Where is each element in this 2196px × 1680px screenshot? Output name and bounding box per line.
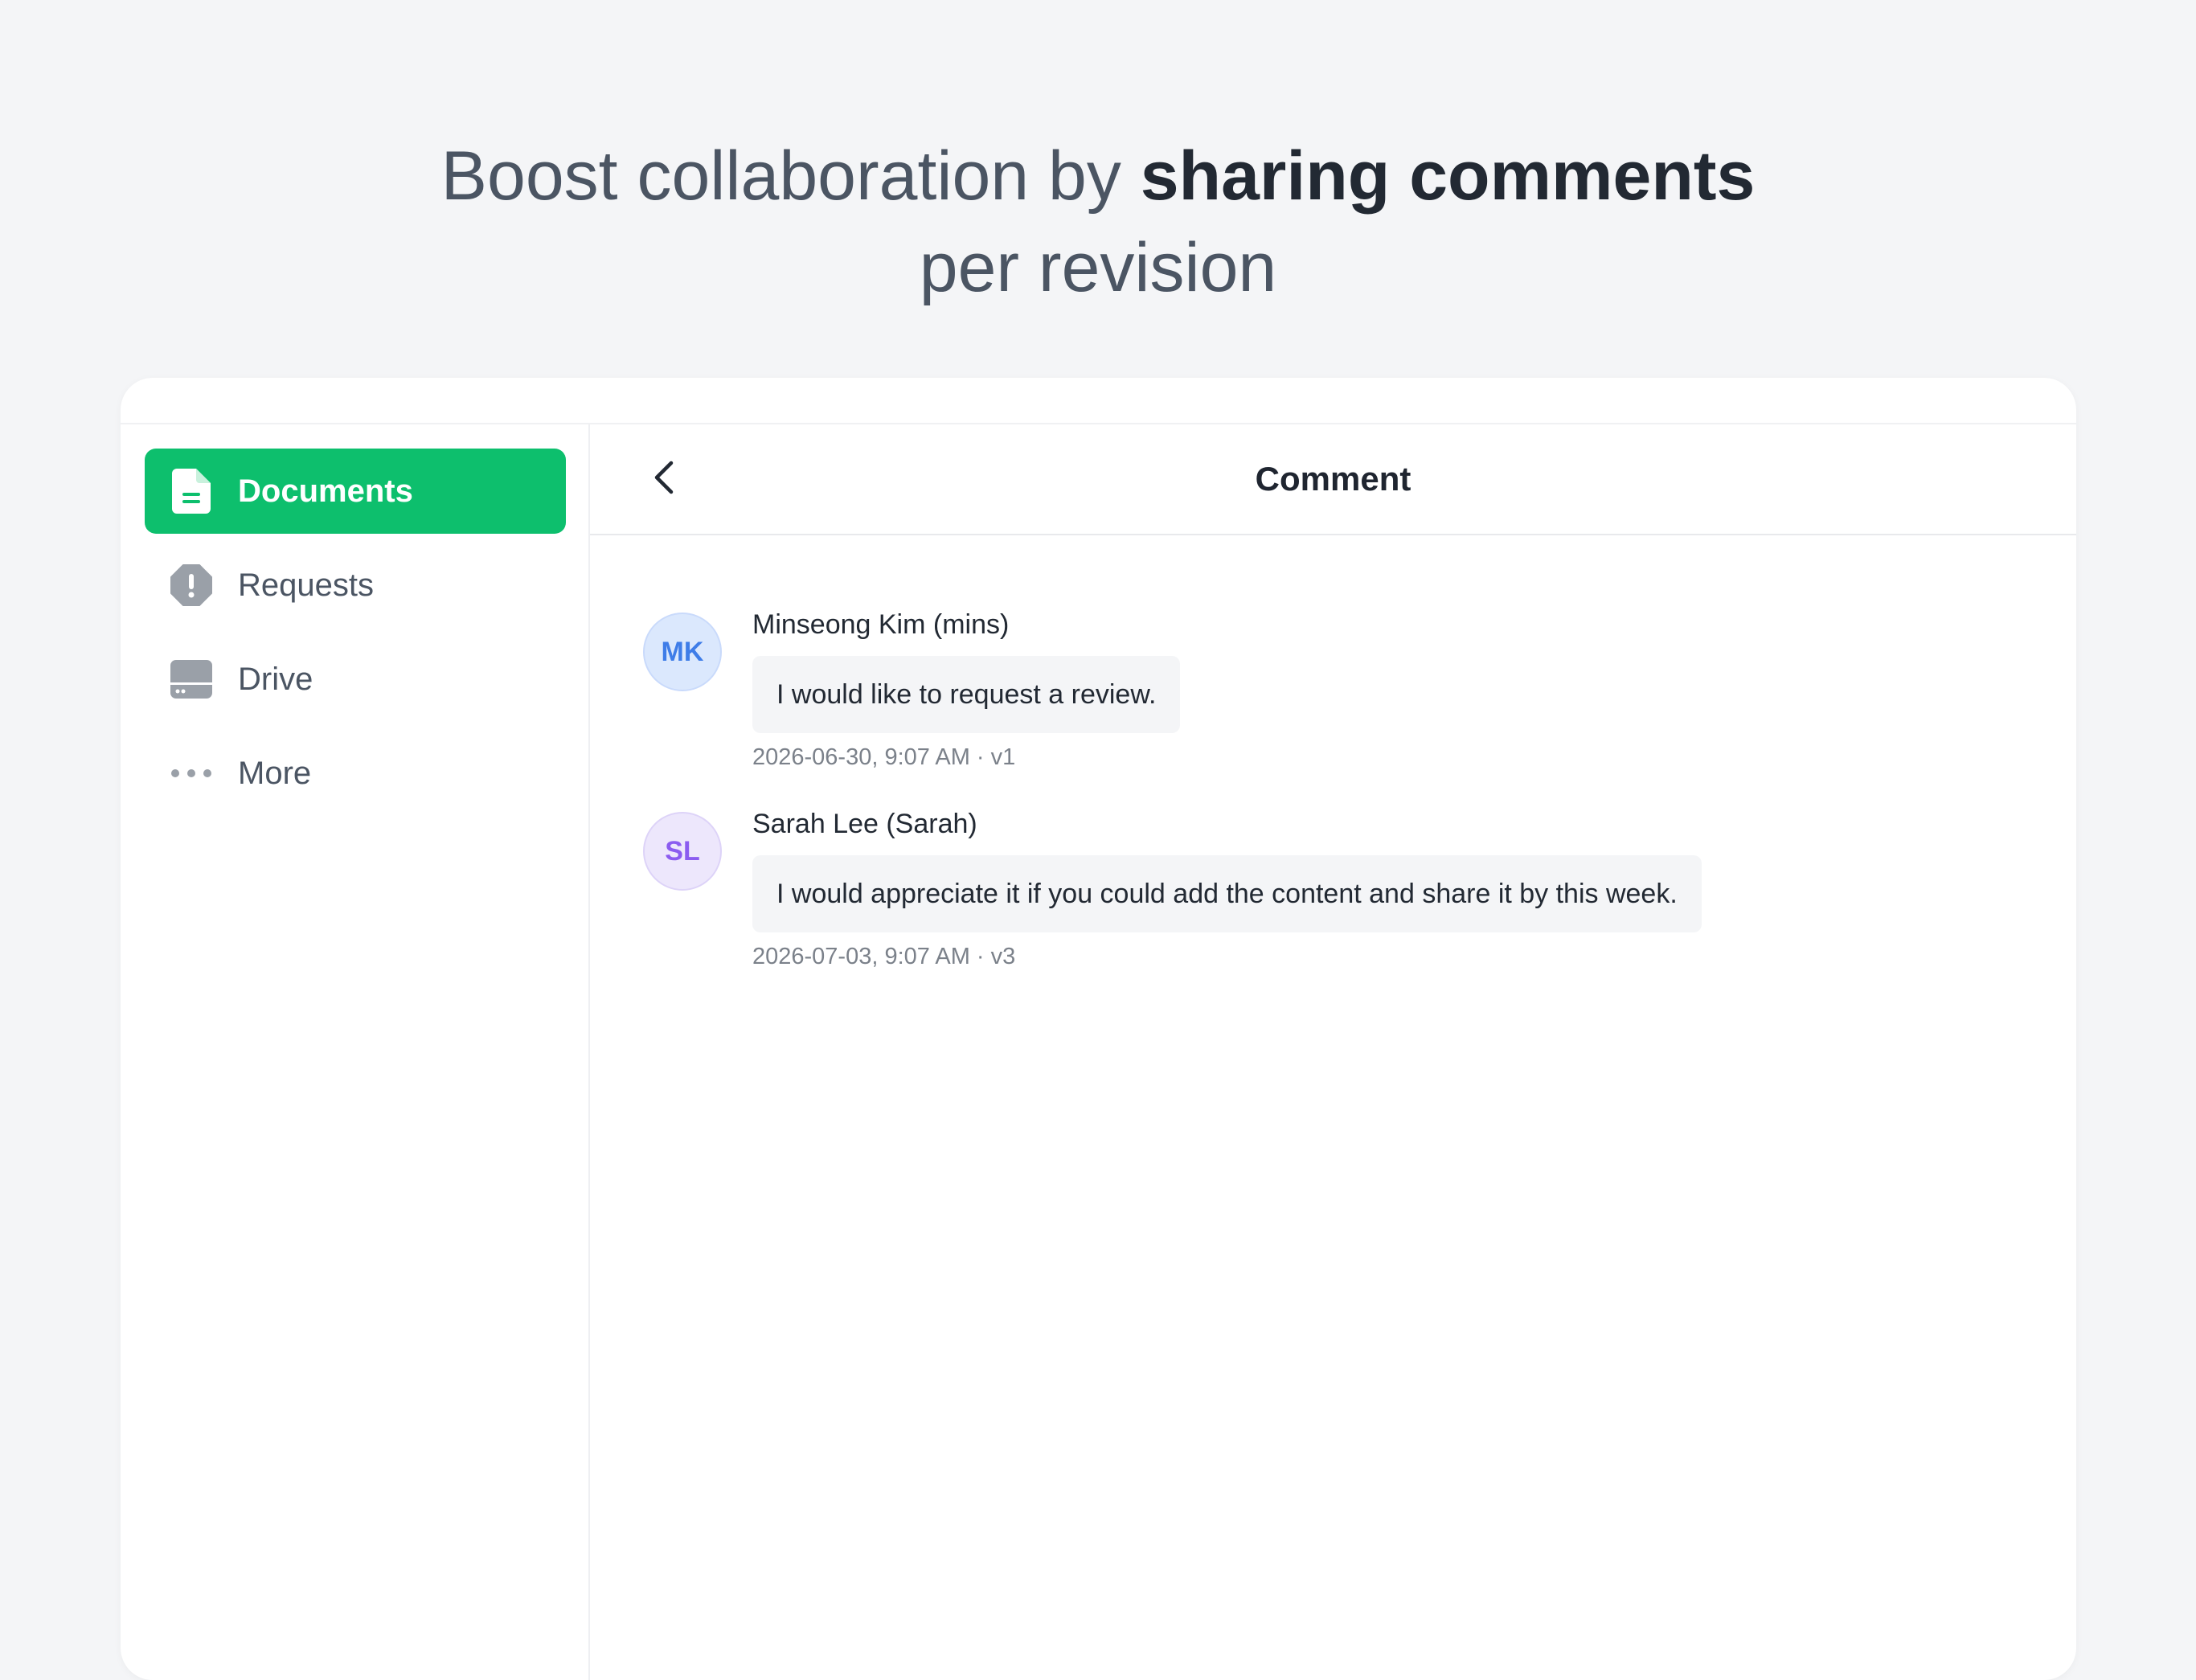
sidebar-item-documents[interactable]: Documents xyxy=(145,449,566,534)
comment-panel: Comment MK Minseong Kim (mins) I would l… xyxy=(590,424,2076,1680)
sidebar-item-label: Requests xyxy=(238,567,374,603)
comment-text: I would like to request a review. xyxy=(776,678,1157,710)
sidebar-item-label: Documents xyxy=(238,473,413,509)
comment-author: Minseong Kim (mins) xyxy=(752,609,1010,640)
avatar-initials: SL xyxy=(665,835,700,867)
alert-octagon-icon xyxy=(169,563,214,608)
avatar[interactable]: SL xyxy=(643,812,722,891)
comment-bubble: I would like to request a review. xyxy=(752,656,1181,733)
status-strip xyxy=(121,378,2076,424)
headline-emphasis: sharing comments xyxy=(1140,137,1756,215)
more-dots-icon xyxy=(169,751,214,796)
avatar-initials: MK xyxy=(661,636,704,667)
page-title: Comment xyxy=(1255,460,1411,498)
sidebar-item-requests[interactable]: Requests xyxy=(145,543,566,628)
sidebar-item-label: Drive xyxy=(238,661,313,697)
headline-line-2: per revision xyxy=(919,229,1277,306)
headline-line-1: Boost collaboration by sharing comments xyxy=(0,130,2196,222)
sidebar: Documents Requests Drive More xyxy=(121,424,590,1680)
comment-bubble: I would appreciate it if you could add t… xyxy=(752,855,1702,932)
sidebar-item-label: More xyxy=(238,755,312,791)
topbar: Comment xyxy=(590,424,2076,535)
comment-author: Sarah Lee (Sarah) xyxy=(752,809,977,839)
avatar[interactable]: MK xyxy=(643,613,722,691)
document-icon xyxy=(169,469,214,514)
comment-text: I would appreciate it if you could add t… xyxy=(776,878,1678,909)
comment-meta: 2026-07-03, 9:07 AM · v3 xyxy=(752,944,1016,969)
app-window: Documents Requests Drive More Comment MK… xyxy=(121,378,2076,1680)
sidebar-item-more[interactable]: More xyxy=(145,731,566,816)
headline-part-1: Boost collaboration by xyxy=(440,137,1141,215)
marketing-headline: Boost collaboration by sharing comments … xyxy=(0,130,2196,313)
sidebar-item-drive[interactable]: Drive xyxy=(145,637,566,722)
comment-meta: 2026-06-30, 9:07 AM · v1 xyxy=(752,744,1016,770)
drive-icon xyxy=(169,657,214,702)
